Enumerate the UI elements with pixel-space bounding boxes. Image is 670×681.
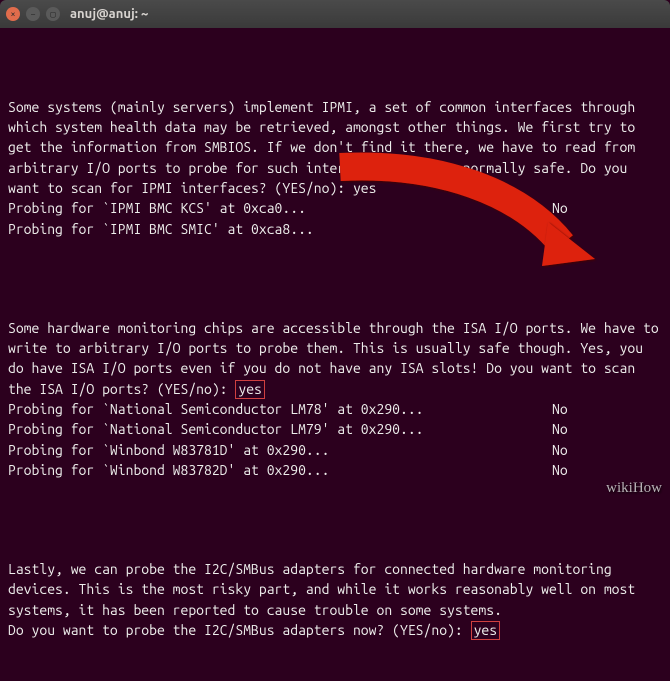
i2c-text: Lastly, we can probe the I2C/SMBus adapt… xyxy=(8,561,643,618)
probe-label: Probing for `National Semiconductor LM79… xyxy=(8,419,424,439)
maximize-icon[interactable]: ▢ xyxy=(46,7,60,21)
window-titlebar: × − ▢ anuj@anuj: ~ xyxy=(0,0,670,28)
probe-label: Probing for `IPMI BMC KCS' at 0xca0... xyxy=(8,198,306,218)
i2c-prompt: Do you want to probe the I2C/SMBus adapt… xyxy=(8,622,471,638)
probe-row: Probing for `Winbond W83781D' at 0x290..… xyxy=(8,440,662,460)
ipmi-text: Some systems (mainly servers) implement … xyxy=(8,99,643,196)
probe-result: No xyxy=(552,219,662,239)
isa-answer-highlight: yes xyxy=(235,380,265,399)
watermark: wikiHow xyxy=(606,480,662,497)
window-title: anuj@anuj: ~ xyxy=(70,7,148,21)
probe-result: No xyxy=(552,460,662,480)
probe-label: Probing for `National Semiconductor LM78… xyxy=(8,399,424,419)
isa-section: Some hardware monitoring chips are acces… xyxy=(8,318,662,480)
probe-label: Probing for `Winbond W83782D' at 0x290..… xyxy=(8,460,329,480)
i2c-answer-highlight: yes xyxy=(471,621,501,640)
probe-result: No xyxy=(552,399,662,419)
ipmi-section: Some systems (mainly servers) implement … xyxy=(8,97,662,239)
i2c-section: Lastly, we can probe the I2C/SMBus adapt… xyxy=(8,559,662,640)
probe-row: Probing for `IPMI BMC SMIC' at 0xca8... N… xyxy=(8,219,662,239)
probe-row: Probing for `IPMI BMC KCS' at 0xca0... No xyxy=(8,198,662,218)
probe-row: Probing for `Winbond W83782D' at 0x290..… xyxy=(8,460,662,480)
close-icon[interactable]: × xyxy=(6,7,20,21)
probe-result: No xyxy=(552,198,662,218)
isa-text: Some hardware monitoring chips are acces… xyxy=(8,320,667,397)
window-controls: × − ▢ xyxy=(6,7,60,21)
probe-label: Probing for `IPMI BMC SMIC' at 0xca8... xyxy=(8,219,314,239)
probe-result: No xyxy=(552,440,662,460)
ipmi-answer: yes xyxy=(353,180,377,196)
probe-row: Probing for `National Semiconductor LM79… xyxy=(8,419,662,439)
probe-label: Probing for `Winbond W83781D' at 0x290..… xyxy=(8,440,329,460)
probe-result: No xyxy=(552,419,662,439)
probe-row: Probing for `National Semiconductor LM78… xyxy=(8,399,662,419)
terminal-output[interactable]: Some systems (mainly servers) implement … xyxy=(0,28,670,681)
minimize-icon[interactable]: − xyxy=(26,7,40,21)
